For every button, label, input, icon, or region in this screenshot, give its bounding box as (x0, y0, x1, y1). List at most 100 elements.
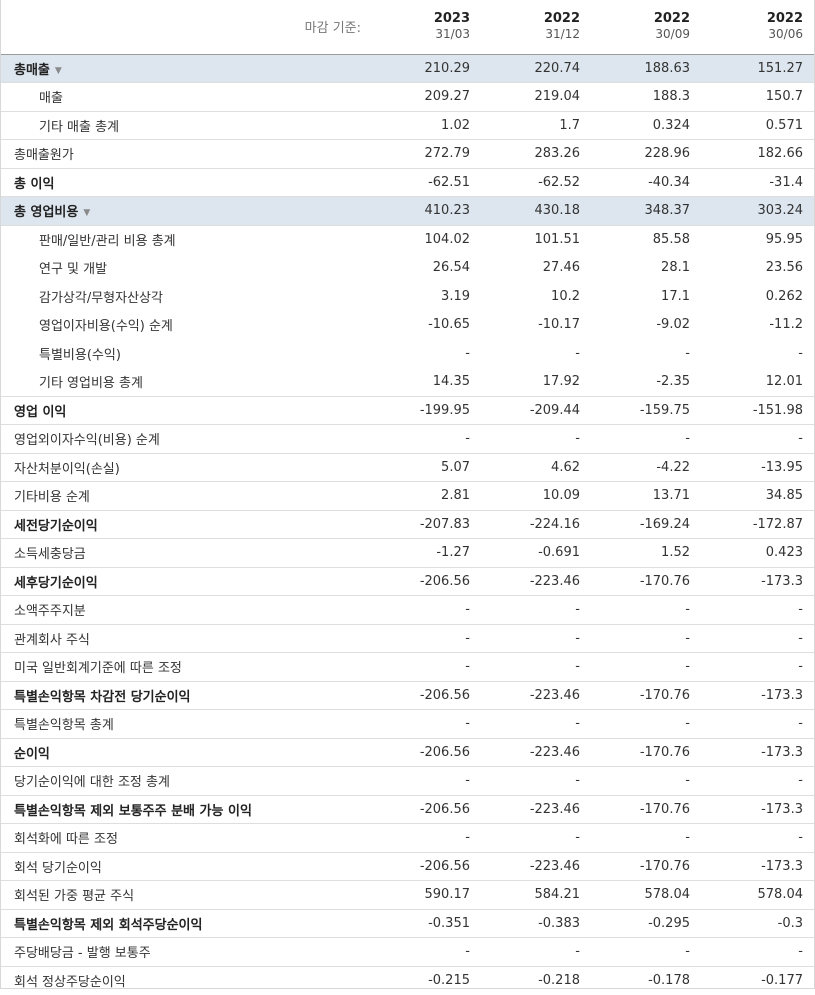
value-cell: -31.4 (701, 168, 814, 197)
value-cell: 410.23 (371, 196, 481, 226)
table-row: 판매/일반/관리 비용 총계 104.02 101.51 85.58 95.95 (1, 225, 814, 254)
value-cell: - (591, 595, 701, 625)
value-cell: - (371, 624, 481, 653)
period-date: 31/12 (545, 27, 580, 42)
value-cell: 1.02 (371, 111, 481, 140)
value-cell: 303.24 (701, 196, 814, 226)
value-cell: - (701, 823, 814, 853)
table-row: 기타비용 순계 2.81 10.09 13.71 34.85 (1, 481, 814, 511)
table-row: 기타 매출 총계 1.02 1.7 0.324 0.571 (1, 111, 814, 140)
row-label: 기타비용 순계 (1, 481, 371, 511)
value-cell: 0.324 (591, 111, 701, 140)
value-cell: 14.35 (371, 367, 481, 397)
value-cell: -0.691 (481, 538, 591, 568)
value-cell: 85.58 (652, 232, 690, 247)
value-cell: -206.56 (371, 738, 481, 767)
table-row: 미국 일반회계기준에 따른 조정 - - - - (1, 652, 814, 682)
value-cell: - (371, 766, 481, 796)
value-cell: 17.1 (661, 288, 690, 304)
period-year: 2023 (433, 11, 470, 27)
value-cell: - (701, 937, 814, 967)
value-cell: - (591, 652, 701, 682)
value-cell: 590.17 (371, 880, 481, 910)
value-cell: 4.62 (481, 453, 591, 482)
value-cell: 578.04 (591, 880, 701, 910)
value-cell: -0.383 (481, 909, 591, 938)
chevron-down-icon[interactable]: ▼ (83, 208, 90, 218)
value-cell: -173.3 (701, 852, 814, 881)
chevron-down-icon[interactable]: ▼ (55, 66, 62, 76)
value-cell: - (481, 595, 591, 625)
row-label: 감가상각/무형자산상각 (39, 290, 163, 306)
row-label[interactable]: 총매출 ▼ (1, 54, 371, 83)
value-cell: - (371, 424, 481, 454)
row-label: 회석 정상주당순이익 (14, 975, 126, 990)
row-label: 회석화에 따른 조정 (1, 823, 371, 853)
row-label: 회석 당기순이익 (1, 852, 371, 881)
value-cell: -170.76 (591, 738, 701, 767)
value-cell: -0.177 (761, 973, 803, 988)
value-cell: -207.83 (371, 510, 481, 539)
table-row-total-operating-expenses[interactable]: 총 영업비용 ▼ 410.23 430.18 348.37 303.24 (1, 196, 814, 226)
table-row: 순이익 -206.56 -223.46 -170.76 -173.3 (1, 738, 814, 767)
value-cell: -0.215 (428, 973, 470, 988)
value-cell: -62.51 (371, 168, 481, 197)
row-label: 관계회사 주식 (1, 624, 371, 653)
value-cell: - (481, 937, 591, 967)
period-date: 30/09 (655, 27, 690, 42)
value-cell: -13.95 (701, 453, 814, 482)
value-cell: -2.35 (591, 367, 701, 397)
value-cell: 101.51 (534, 232, 581, 247)
value-cell: -206.56 (371, 852, 481, 881)
value-cell: - (575, 345, 580, 361)
value-cell: 228.96 (591, 139, 701, 169)
value-cell: -0.351 (371, 909, 481, 938)
row-label: 당기순이익에 대한 조정 총계 (1, 766, 371, 796)
row-label: 세후당기순이익 (1, 567, 371, 596)
row-label: 기타 매출 총계 (1, 111, 371, 140)
value-cell: - (591, 937, 701, 967)
value-cell: - (591, 624, 701, 653)
table-row-total-revenue[interactable]: 총매출 ▼ 210.29 220.74 188.63 151.27 (1, 54, 814, 83)
value-cell: -10.65 (428, 317, 470, 333)
value-cell: 188.63 (591, 54, 701, 83)
value-cell: -206.56 (371, 795, 481, 824)
value-cell: - (465, 345, 470, 361)
value-cell: 26.54 (432, 260, 470, 276)
table-row: 감가상각/무형자산상각 3.19 10.2 17.1 0.262 (1, 282, 814, 311)
row-label: 소득세충당금 (1, 538, 371, 568)
value-cell: - (798, 345, 803, 361)
value-cell: - (701, 766, 814, 796)
value-cell: -170.76 (591, 852, 701, 881)
row-label: 미국 일반회계기준에 따른 조정 (1, 652, 371, 682)
value-cell: - (371, 937, 481, 967)
value-cell: 348.37 (591, 196, 701, 226)
table-row: 회석 당기순이익 -206.56 -223.46 -170.76 -173.3 (1, 852, 814, 881)
value-cell: -223.46 (481, 795, 591, 824)
table-row: 특별손익항목 제외 회석주당순이익 -0.351 -0.383 -0.295 -… (1, 909, 814, 938)
value-cell: -4.22 (591, 453, 701, 482)
period-column-header[interactable]: 2022 30/09 (591, 0, 701, 55)
value-cell: - (701, 595, 814, 625)
period-date: 31/03 (435, 27, 470, 42)
value-cell: -0.178 (648, 973, 690, 988)
table-row: 특별손익항목 차감전 당기순이익 -206.56 -223.46 -170.76… (1, 681, 814, 710)
row-label[interactable]: 총 영업비용 ▼ (1, 196, 371, 226)
value-cell: 283.26 (481, 139, 591, 169)
row-label: 영업외이자수익(비용) 순계 (1, 424, 371, 454)
value-cell: 2.81 (371, 481, 481, 511)
row-label-text: 총매출 (14, 62, 50, 78)
value-cell: -224.16 (481, 510, 591, 539)
period-column-header[interactable]: 2023 31/03 (371, 0, 481, 55)
table-row: 관계회사 주식 - - - - (1, 624, 814, 653)
period-year: 2022 (766, 11, 803, 27)
table-row: 세후당기순이익 -206.56 -223.46 -170.76 -173.3 (1, 567, 814, 596)
period-column-header[interactable]: 2022 30/06 (701, 0, 814, 55)
value-cell: -159.75 (591, 396, 701, 425)
table-row: 특별손익항목 제외 보통주주 분배 가능 이익 -206.56 -223.46 … (1, 795, 814, 824)
value-cell: -170.76 (591, 795, 701, 824)
value-cell: -169.24 (591, 510, 701, 539)
value-cell: 210.29 (371, 54, 481, 83)
period-column-header[interactable]: 2022 31/12 (481, 0, 591, 55)
value-cell: - (701, 624, 814, 653)
